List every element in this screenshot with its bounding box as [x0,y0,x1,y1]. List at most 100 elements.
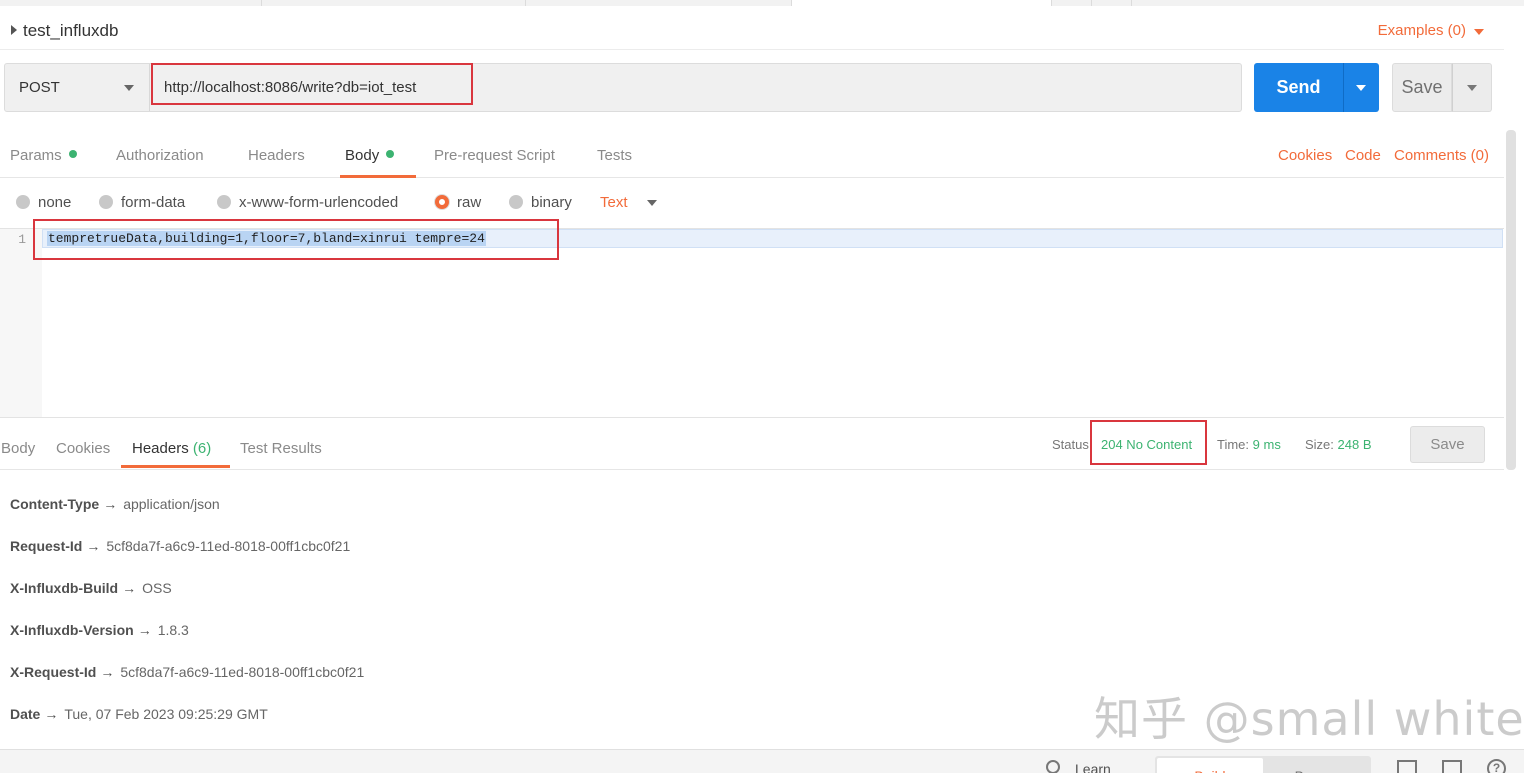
tab-tests[interactable]: Tests [597,147,632,164]
watermark: 知乎 @small white [1094,692,1524,746]
open-tab[interactable] [526,0,792,6]
chevron-down-icon[interactable] [647,200,657,206]
tab-response-headers[interactable]: Headers (6) [132,440,211,457]
tab-params[interactable]: Params [10,147,77,164]
response-tabs: Body Cookies Headers (6) Test Results St… [0,422,1504,470]
tab-response-cookies[interactable]: Cookies [56,440,110,457]
expand-caret-icon[interactable] [11,25,17,35]
header-value: Tue, 07 Feb 2023 09:25:29 GMT [64,706,268,722]
learn-link[interactable]: Learn [1075,761,1111,773]
save-options-button[interactable] [1452,63,1492,112]
open-tab[interactable] [0,0,262,6]
status-bar: Learn Build Browse ? [0,749,1524,773]
active-dot-icon [68,150,77,159]
header-key: X-Influxdb-Version [10,622,134,638]
time-info: Time: 9 ms [1217,437,1281,452]
tab-params-label: Params [10,147,62,164]
cookies-link[interactable]: Cookies [1278,147,1332,164]
two-pane-icon[interactable] [1397,760,1417,773]
examples-dropdown[interactable]: Examples (0) [1378,22,1466,39]
open-tabs-strip [0,0,1524,6]
arrow-icon: → [137,622,152,638]
tab-headers[interactable]: Headers [248,147,305,164]
active-dot-icon [386,150,395,159]
open-tab-active[interactable] [792,0,1052,6]
request-name[interactable]: test_influxdb [23,21,118,41]
header-value: 1.8.3 [157,622,189,638]
arrow-icon: → [103,496,118,512]
examples-caret-icon[interactable] [1474,29,1484,35]
tab-body[interactable]: Body [345,147,395,164]
open-tab[interactable] [262,0,526,6]
radio-binary-label[interactable]: binary [531,194,572,211]
header-key: Request-Id [10,538,83,554]
send-options-button[interactable] [1343,63,1379,112]
chevron-down-icon [1356,85,1366,91]
header-value: 5cf8da7f-a6c9-11ed-8018-00ff1cbc0f21 [106,538,351,554]
headers-count: (6) [192,440,212,457]
radio-urlencoded[interactable] [217,195,231,209]
build-mode-button[interactable]: Build [1157,758,1263,773]
method-select[interactable]: POST [5,64,150,111]
lightbulb-icon[interactable] [1046,760,1060,773]
radio-form-data[interactable] [99,195,113,209]
request-tabs: Params Authorization Headers Body Pre-re… [0,128,1504,178]
code-link[interactable]: Code [1345,147,1381,164]
save-button[interactable]: Save [1392,63,1452,112]
header-key: X-Influxdb-Build [10,580,119,596]
size-value[interactable]: 248 B [1338,437,1372,452]
chevron-down-icon [1467,85,1477,91]
time-value[interactable]: 9 ms [1253,437,1281,452]
line-number: 1 [18,232,26,247]
radio-none-label[interactable]: none [38,194,71,211]
tab-test-results[interactable]: Test Results [240,440,322,457]
tab-prerequest-script[interactable]: Pre-request Script [434,147,555,164]
header-row: X-Influxdb-Build → OSS [10,580,172,596]
console-icon[interactable] [1442,760,1462,773]
send-button[interactable]: Send [1254,63,1343,112]
arrow-icon: → [122,580,137,596]
arrow-icon: → [44,706,59,722]
raw-format-select[interactable]: Text [600,194,628,211]
mode-toggle: Build Browse [1155,756,1371,773]
radio-binary[interactable] [509,195,523,209]
request-title-bar: test_influxdb Examples (0) [0,8,1504,50]
scrollbar[interactable] [1506,130,1516,470]
tab-body-label: Body [345,147,380,164]
browse-mode-button[interactable]: Browse [1267,758,1369,773]
comments-link[interactable]: Comments (0) [1394,147,1489,164]
header-key: X-Request-Id [10,664,97,680]
header-row: X-Influxdb-Version → 1.8.3 [10,622,189,638]
open-tab[interactable] [1092,0,1132,6]
help-icon[interactable]: ? [1487,759,1506,773]
method-caret-icon [124,85,134,91]
header-row: Request-Id → 5cf8da7f-a6c9-11ed-8018-00ff1… [10,538,350,554]
status-highlight-box [1090,420,1207,465]
header-row: Content-Type → application/json [10,496,220,512]
arrow-icon: → [100,664,115,680]
size-label: Size: [1305,437,1334,452]
url-highlight-box [151,63,473,105]
save-response-button[interactable]: Save [1410,426,1485,463]
tab-authorization[interactable]: Authorization [116,147,204,164]
status-info: Status: [1052,437,1092,452]
radio-raw-label[interactable]: raw [457,194,481,211]
radio-none[interactable] [16,195,30,209]
radio-raw[interactable] [435,195,449,209]
tab-response-body[interactable]: Body [1,440,35,457]
radio-urlencoded-label[interactable]: x-www-form-urlencoded [239,194,398,211]
header-row: X-Request-Id → 5cf8da7f-a6c9-11ed-8018-00f… [10,664,364,680]
header-value: application/json [123,496,220,512]
header-key: Content-Type [10,496,100,512]
tab-response-headers-label: Headers [132,440,189,457]
status-label: Status: [1052,437,1093,452]
active-tab-underline [340,175,416,178]
method-label: POST [19,79,60,96]
time-label: Time: [1217,437,1250,452]
active-tab-underline [121,465,230,468]
radio-form-data-label[interactable]: form-data [121,194,185,211]
open-tab[interactable] [1052,0,1092,6]
body-highlight-box [33,219,559,260]
header-value: 5cf8da7f-a6c9-11ed-8018-00ff1cbc0f21 [120,664,365,680]
size-info: Size: 248 B [1305,437,1372,452]
